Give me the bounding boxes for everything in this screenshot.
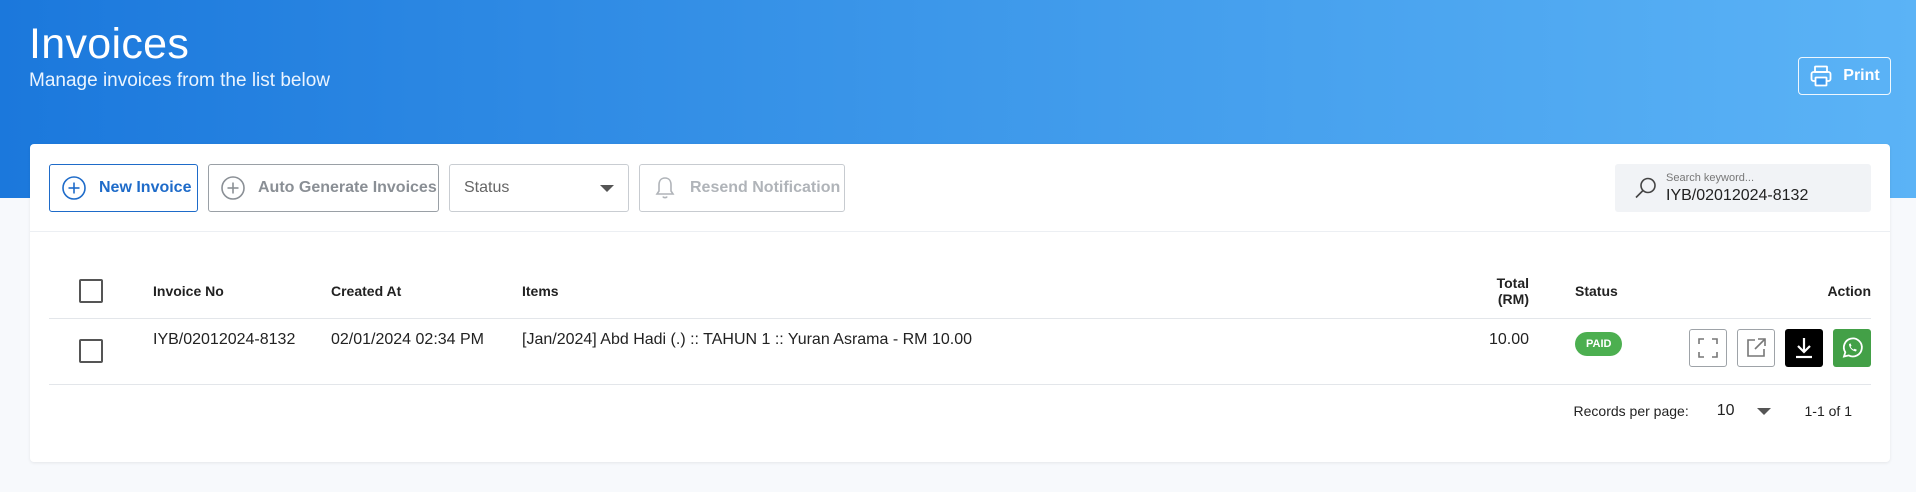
whatsapp-icon xyxy=(1842,337,1863,358)
total-cell: 10.00 xyxy=(1488,330,1529,348)
printer-icon xyxy=(1810,65,1832,87)
invoice-card: New Invoice Auto Generate Invoices Statu… xyxy=(30,144,1890,462)
expand-icon xyxy=(1698,337,1718,358)
search-input[interactable] xyxy=(1666,186,1861,206)
download-icon xyxy=(1796,337,1812,358)
row-select-cell xyxy=(49,318,153,384)
records-per-page-label: Records per page: xyxy=(1573,403,1689,419)
invoice-no-cell: IYB/02012024-8132 xyxy=(153,330,296,348)
open-external-button[interactable] xyxy=(1737,328,1775,367)
page-subtitle: Manage invoices from the list below xyxy=(29,70,330,91)
table-row: IYB/02012024-8132 02/01/2024 02:34 PM [J… xyxy=(49,318,1871,384)
print-button-label: Print xyxy=(1843,67,1880,84)
status-badge: PAID xyxy=(1575,331,1623,356)
table-header-row: Invoice No Created At Items Total (RM) S… xyxy=(49,264,1871,318)
plus-circle-icon xyxy=(221,176,245,200)
toolbar: New Invoice Auto Generate Invoices Statu… xyxy=(30,144,1890,232)
external-link-icon xyxy=(1747,337,1766,357)
new-invoice-label: New Invoice xyxy=(99,179,192,196)
column-header-items[interactable]: Items xyxy=(522,264,1477,318)
search-icon xyxy=(1635,177,1656,199)
column-header-action: Action xyxy=(1827,282,1871,299)
plus-circle-icon xyxy=(62,176,86,200)
pagination: Records per page: 10 1-1 of 1 xyxy=(1574,402,1852,420)
items-cell: [Jan/2024] Abd Hadi (.) :: TAHUN 1 :: Yu… xyxy=(522,330,972,348)
status-select-value: Status xyxy=(464,179,510,196)
row-actions xyxy=(1654,328,1871,367)
search-box[interactable]: Search keyword... xyxy=(1615,164,1871,212)
created-at-cell: 02/01/2024 02:34 PM xyxy=(331,330,485,348)
column-header-total[interactable]: Total (RM) xyxy=(1477,264,1529,318)
status-cell: PAID xyxy=(1529,318,1654,384)
download-button[interactable] xyxy=(1785,328,1823,367)
invoice-table: Invoice No Created At Items Total (RM) S… xyxy=(49,264,1871,385)
action-cell xyxy=(1654,318,1871,384)
row-checkbox[interactable] xyxy=(79,338,103,363)
view-fullscreen-button[interactable] xyxy=(1689,328,1727,367)
column-header-status[interactable]: Status xyxy=(1529,264,1654,318)
page-title: Invoices xyxy=(29,20,190,68)
new-invoice-button[interactable]: New Invoice xyxy=(49,164,198,212)
print-button[interactable]: Print xyxy=(1798,57,1891,95)
select-all-cell xyxy=(49,264,153,318)
records-per-page-select[interactable]: 10 xyxy=(1717,402,1735,420)
bell-icon xyxy=(655,177,675,199)
resend-notification-label: Resend Notification xyxy=(690,179,841,196)
search-label: Search keyword... xyxy=(1666,172,1755,184)
auto-generate-label: Auto Generate Invoices xyxy=(258,179,437,196)
column-header-invoice-no[interactable]: Invoice No xyxy=(153,264,331,318)
auto-generate-button[interactable]: Auto Generate Invoices xyxy=(208,164,439,212)
whatsapp-button[interactable] xyxy=(1833,328,1871,367)
pagination-range: 1-1 of 1 xyxy=(1804,403,1852,419)
resend-notification-button[interactable]: Resend Notification xyxy=(639,164,845,212)
column-header-created-at[interactable]: Created At xyxy=(331,264,522,318)
status-select[interactable]: Status xyxy=(449,164,629,212)
chevron-down-icon xyxy=(600,184,614,192)
chevron-down-icon[interactable] xyxy=(1756,407,1771,415)
select-all-checkbox[interactable] xyxy=(79,278,103,303)
